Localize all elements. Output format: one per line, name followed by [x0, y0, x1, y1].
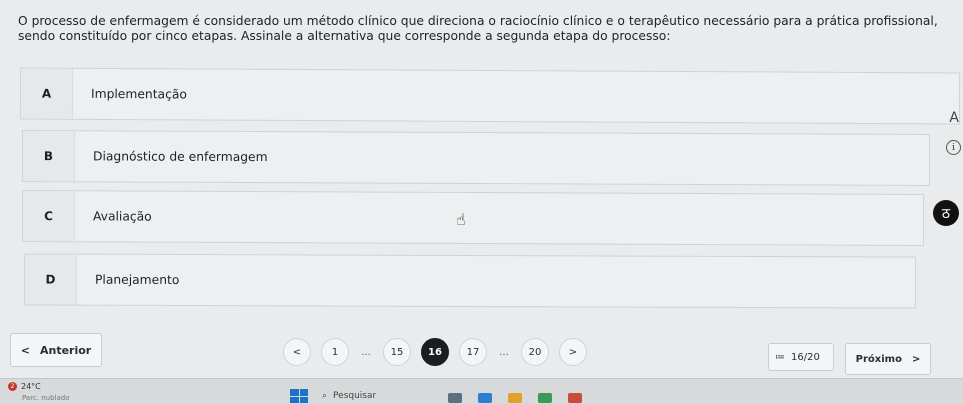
pager: < 1 ... 15 16 17 ... 20 >	[283, 337, 597, 367]
option-letter: D	[24, 254, 78, 305]
search-icon: ⌕	[322, 391, 328, 401]
pager-next-button[interactable]: >	[559, 338, 587, 366]
pager-prev-button[interactable]: <	[283, 338, 311, 366]
option-label: Planejamento	[94, 272, 180, 287]
search-label: Pesquisar	[333, 391, 377, 401]
app-icon[interactable]	[568, 393, 582, 403]
chevron-left-icon: <	[20, 343, 30, 357]
list-icon: ≔	[775, 351, 785, 363]
info-icon[interactable]: i	[946, 140, 961, 155]
weather-badge: 2	[8, 382, 17, 391]
app-icon[interactable]	[478, 393, 492, 403]
page-ellipsis: ...	[361, 346, 371, 358]
option-d[interactable]: D Planejamento	[23, 253, 917, 309]
previous-button[interactable]: < Anterior	[10, 333, 102, 367]
page-ellipsis: ...	[499, 346, 509, 358]
counter-label: 16/20	[791, 351, 820, 363]
next-label: Próximo	[855, 353, 902, 365]
previous-label: Anterior	[39, 343, 92, 357]
app-icon[interactable]	[448, 393, 462, 403]
question-counter[interactable]: ≔ 16/20	[768, 343, 834, 371]
option-label: Implementação	[90, 86, 187, 102]
option-label: Avaliação	[92, 209, 152, 224]
os-taskbar: 2 24°C Parc. nublado ⌕ Pesquisar	[0, 378, 963, 404]
folder-icon[interactable]	[508, 393, 522, 403]
temperature: 24°C	[21, 382, 41, 391]
accessibility-tool-icon[interactable]: ठ	[933, 200, 959, 226]
option-letter: C	[22, 191, 76, 242]
weather-condition: Parc. nublado	[22, 394, 70, 402]
next-button[interactable]: Próximo >	[845, 343, 931, 375]
page-1-button[interactable]: 1	[321, 338, 349, 366]
question-navigation: < Anterior < 1 ... 15 16 17 ... 20 > ≔ 1…	[0, 325, 963, 377]
app-icon[interactable]	[538, 393, 552, 403]
taskbar-search[interactable]: ⌕ Pesquisar	[322, 391, 376, 401]
option-letter: A	[20, 68, 74, 119]
exam-page: O processo de enfermagem é considerado u…	[0, 0, 963, 404]
page-16-button-current[interactable]: 16	[421, 338, 449, 366]
option-b[interactable]: B Diagnóstico de enfermagem	[21, 130, 931, 186]
option-c[interactable]: C Avaliação	[21, 190, 925, 246]
page-17-button[interactable]: 17	[459, 338, 487, 366]
option-label: Diagnóstico de enfermagem	[92, 149, 268, 165]
chevron-right-icon: >	[911, 353, 921, 365]
page-15-button[interactable]: 15	[383, 338, 411, 366]
option-a[interactable]: A Implementação	[19, 67, 961, 125]
windows-start-icon[interactable]	[290, 389, 308, 403]
weather-widget[interactable]: 2 24°C	[8, 382, 41, 391]
taskbar-apps	[448, 393, 582, 403]
font-size-icon[interactable]: A	[949, 110, 959, 126]
option-letter: B	[22, 131, 76, 182]
page-20-button[interactable]: 20	[521, 338, 549, 366]
question-text: O processo de enfermagem é considerado u…	[18, 14, 938, 43]
hand-cursor-icon: ☝	[456, 210, 466, 229]
